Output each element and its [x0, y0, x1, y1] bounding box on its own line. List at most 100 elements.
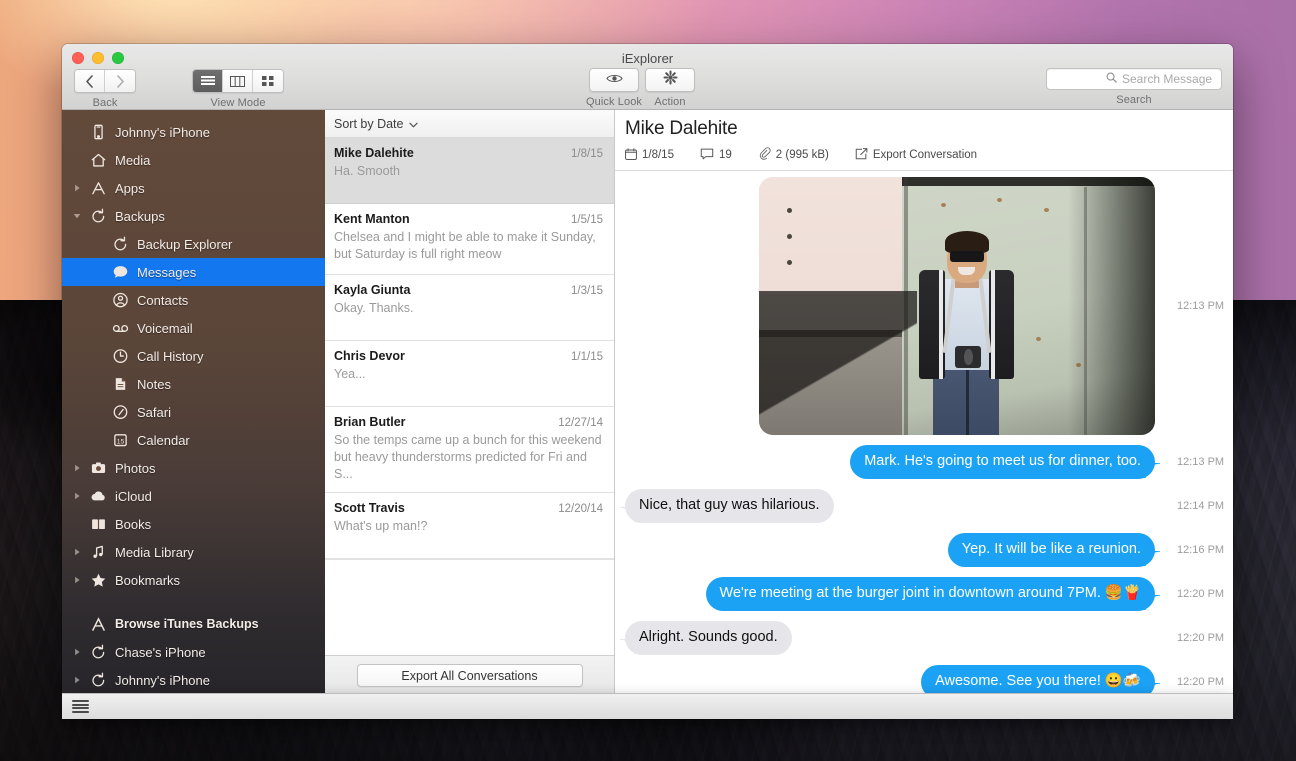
disclosure-triangle[interactable]: [72, 648, 82, 656]
sidebar: Johnny's iPhone MediaAppsBackupsBackup Ex…: [62, 110, 325, 695]
message-bubble[interactable]: Awesome. See you there! 😀🍻: [921, 665, 1155, 695]
message-slot: Nice, that guy was hilarious.: [615, 489, 1165, 523]
sidebar-item-label: Safari: [137, 405, 171, 420]
restore-icon: [89, 644, 108, 660]
list-footer: Export All Conversations: [325, 655, 614, 695]
conversation-list-item[interactable]: Mike Dalehite1/8/15Ha. Smooth: [325, 138, 614, 204]
sidebar-item-voicemail[interactable]: Voicemail: [62, 314, 325, 342]
disclosure-triangle[interactable]: [72, 212, 82, 220]
message-bubble[interactable]: Nice, that guy was hilarious.: [625, 489, 834, 523]
sidebar-item-johnny-s-iphone[interactable]: Johnny's iPhone: [62, 666, 325, 694]
nav-segmented-control[interactable]: [74, 69, 136, 93]
meta-attachments: 2 (995 kB): [758, 147, 829, 163]
sidebar-item-bookmarks[interactable]: Bookmarks: [62, 566, 325, 594]
conversation-list-item[interactable]: Scott Travis12/20/14What's up man!?: [325, 493, 614, 559]
sort-label: Sort by Date: [334, 117, 403, 131]
conversation-preview: Chelsea and I might be able to make it S…: [334, 229, 603, 263]
sidebar-item-media[interactable]: Media: [62, 146, 325, 174]
sidebar-item-media-library[interactable]: Media Library: [62, 538, 325, 566]
meta-date-value: 1/8/15: [642, 149, 674, 161]
conversation-date: 1/3/15: [571, 285, 603, 297]
conversation-name: Kayla Giunta: [334, 283, 410, 297]
sidebar-item-label: Call History: [137, 349, 203, 364]
disclosure-triangle[interactable]: [72, 576, 82, 584]
conversation-name: Kent Manton: [334, 212, 410, 226]
disclosure-triangle[interactable]: [72, 464, 82, 472]
sidebar-section-browse-itunes-backups: Browse iTunes Backups: [62, 610, 325, 638]
view-mode-group: View Mode: [192, 69, 284, 109]
conversation-list-pane: Sort by Date Mike Dalehite1/8/15Ha. Smoo…: [325, 110, 615, 695]
message-row: Awesome. See you there! 😀🍻12:20 PM: [615, 665, 1233, 695]
message-bubble[interactable]: We're meeting at the burger joint in dow…: [706, 577, 1155, 611]
quick-look-button[interactable]: [589, 68, 639, 92]
sidebar-item-label: Johnny's iPhone: [115, 125, 210, 140]
gear-icon: [663, 70, 678, 90]
disclosure-triangle[interactable]: [72, 184, 82, 192]
list-view-icon[interactable]: [193, 70, 223, 92]
sidebar-item-notes[interactable]: Notes: [62, 370, 325, 398]
calendar-icon: [625, 148, 637, 163]
message-thread[interactable]: 12:13 PM Mark. He's going to meet us for …: [615, 171, 1233, 695]
message-slot: [615, 177, 1165, 435]
export-all-conversations-button[interactable]: Export All Conversations: [357, 664, 583, 687]
message-slot: Alright. Sounds good.: [615, 621, 1165, 655]
sidebar-item-messages[interactable]: Messages: [62, 258, 325, 286]
sidebar-item-calendar[interactable]: 15Calendar: [62, 426, 325, 454]
view-mode-segmented-control[interactable]: [192, 69, 284, 93]
conversation-date: 12/20/14: [558, 503, 603, 515]
sidebar-item-books[interactable]: Books: [62, 510, 325, 538]
sidebar-item-contacts[interactable]: Contacts: [62, 286, 325, 314]
message-bubble[interactable]: Yep. It will be like a reunion.: [948, 533, 1155, 567]
conversation-list-item[interactable]: Kayla Giunta1/3/15Okay. Thanks.: [325, 275, 614, 341]
sidebar-item-label: iCloud: [115, 489, 152, 504]
menu-icon[interactable]: [72, 700, 89, 713]
eye-icon: [606, 71, 623, 89]
sort-control[interactable]: Sort by Date: [325, 110, 614, 138]
column-view-icon[interactable]: [223, 70, 253, 92]
sidebar-item-chase-s-iphone[interactable]: Chase's iPhone: [62, 638, 325, 666]
restore-icon: [111, 236, 130, 252]
grid-view-icon[interactable]: [253, 70, 283, 92]
sidebar-item-list: Johnny's iPhone MediaAppsBackupsBackup Ex…: [62, 118, 325, 594]
appstore-icon: [89, 617, 108, 632]
sidebar-item-backups[interactable]: Backups: [62, 202, 325, 230]
disclosure-triangle[interactable]: [72, 676, 82, 684]
forward-button[interactable]: [105, 70, 135, 92]
export-conversation-button[interactable]: Export Conversation: [855, 148, 977, 163]
message-slot: We're meeting at the burger joint in dow…: [615, 577, 1165, 611]
message-bubble[interactable]: Alright. Sounds good.: [625, 621, 792, 655]
sidebar-item-call-history[interactable]: Call History: [62, 342, 325, 370]
restore-icon: [89, 208, 108, 224]
conversation-list-item[interactable]: Kent Manton1/5/15Chelsea and I might be …: [325, 204, 614, 275]
conversation-preview: What's up man!?: [334, 518, 603, 535]
conversation-list-item[interactable]: Brian Butler12/27/14So the temps came up…: [325, 407, 614, 493]
back-button[interactable]: [75, 70, 105, 92]
conversation-name: Brian Butler: [334, 415, 406, 429]
chevron-down-icon: [409, 117, 418, 131]
message-timestamp: 12:20 PM: [1165, 632, 1227, 644]
disclosure-triangle[interactable]: [72, 492, 82, 500]
sidebar-item-backup-explorer[interactable]: Backup Explorer: [62, 230, 325, 258]
action-label: Action: [654, 96, 685, 108]
sidebar-item-label: Voicemail: [137, 321, 193, 336]
sidebar-backup-list: Chase's iPhoneJohnny's iPhone: [62, 638, 325, 694]
message-bubble[interactable]: Mark. He's going to meet us for dinner, …: [850, 445, 1155, 479]
message-row: Yep. It will be like a reunion.12:16 PM: [615, 533, 1233, 567]
sidebar-item-photos[interactable]: Photos: [62, 454, 325, 482]
sidebar-item-label: Bookmarks: [115, 573, 180, 588]
conversation-list-item[interactable]: Chris Devor1/1/15Yea...: [325, 341, 614, 407]
search-input[interactable]: Search Message: [1046, 68, 1222, 90]
sidebar-item-johnny-s-iphone[interactable]: Johnny's iPhone: [62, 118, 325, 146]
message-photo-attachment[interactable]: [759, 177, 1155, 435]
disclosure-triangle[interactable]: [72, 548, 82, 556]
conversation-preview: Ha. Smooth: [334, 163, 603, 180]
view-mode-label: View Mode: [210, 97, 265, 109]
conversation-preview: So the temps came up a bunch for this we…: [334, 432, 603, 483]
sidebar-item-apps[interactable]: Apps: [62, 174, 325, 202]
action-group: Action: [645, 68, 695, 108]
sidebar-item-icloud[interactable]: iCloud: [62, 482, 325, 510]
action-button[interactable]: [645, 68, 695, 92]
sidebar-item-safari[interactable]: Safari: [62, 398, 325, 426]
message-timestamp: 12:13 PM: [1165, 300, 1227, 312]
meta-date: 1/8/15: [625, 148, 674, 163]
